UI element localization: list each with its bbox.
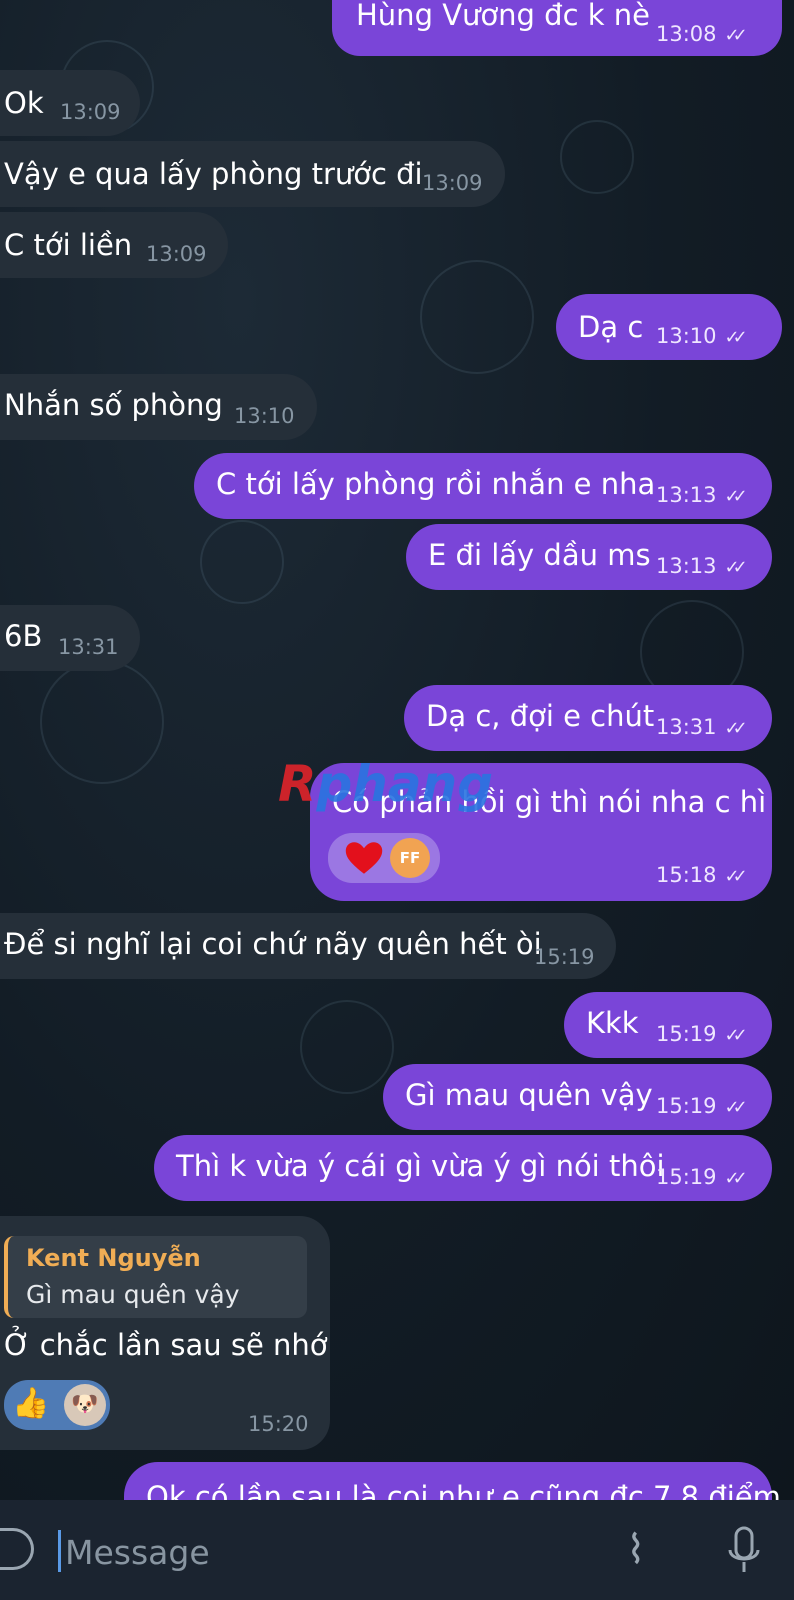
emoji-icon[interactable] [0,1528,34,1570]
message-time: 13:10 [234,404,295,428]
message-time: 15:19 ✓✓ [656,1094,748,1120]
message-text: C tới liền [4,228,133,262]
message-text: Ok [4,86,44,120]
message-time: 13:13 ✓✓ [656,554,748,580]
message-text: Hùng Vương đc k nè [356,0,650,32]
read-ticks-icon: ✓✓ [724,1097,748,1118]
outgoing-message[interactable]: Dạ c 13:10 ✓✓ [556,294,782,360]
message-time: 13:09 [422,171,483,195]
incoming-message[interactable]: Vậy e qua lấy phòng trước đi 13:09 [0,141,505,207]
read-ticks-icon: ✓✓ [724,1168,748,1189]
message-time: 15:19 ✓✓ [656,1165,748,1191]
read-ticks-icon: ✓✓ [724,486,748,507]
read-ticks-icon: ✓✓ [724,25,748,46]
reaction-avatar-ff: FF [390,838,430,878]
outgoing-message[interactable]: Ok có lần sau là coi như e cũng đc 7,8 đ… [124,1462,781,1500]
time-text: 15:19 [656,1022,717,1046]
message-text: Gì mau quên vậy [405,1078,653,1112]
message-text: 6B [4,619,43,653]
incoming-reply-message[interactable]: Kent Nguyễn Gì mau quên vậy Ở chắc lần s… [0,1216,330,1450]
message-time: 13:08 ✓✓ [656,22,748,48]
quoted-reply[interactable]: Kent Nguyễn Gì mau quên vậy [4,1236,307,1318]
outgoing-message[interactable]: Hùng Vương đc k nè 13:08 ✓✓ [332,0,782,56]
time-text: 15:18 [656,863,717,887]
message-time: 13:09 [146,242,207,266]
time-text: 13:08 [656,22,717,46]
message-time: 13:31 [58,635,119,659]
time-text: 13:13 [656,483,717,507]
message-text: Thì k vừa ý cái gì vừa ý gì nói thôi [176,1149,665,1183]
microphone-icon[interactable] [724,1522,764,1582]
incoming-message[interactable]: C tới liền 13:09 [0,212,228,278]
message-text: Vậy e qua lấy phòng trước đi [4,157,423,191]
background-doodle [420,260,534,374]
reply-author: Kent Nguyễn [26,1244,201,1272]
message-time: 13:13 ✓✓ [656,483,748,509]
thumbs-up-reaction-icon: 👍 [12,1386,50,1421]
watermark-blue: phang [316,755,494,813]
outgoing-message[interactable]: Thì k vừa ý cái gì vừa ý gì nói thôi 15:… [154,1135,772,1201]
background-doodle [40,660,164,784]
incoming-message[interactable]: Nhắn số phòng 13:10 [0,374,317,440]
attach-icon[interactable]: ⌇ [626,1528,646,1572]
message-text: Nhắn số phòng [4,388,223,422]
background-doodle [200,520,284,604]
read-ticks-icon: ✓✓ [724,718,748,739]
incoming-message[interactable]: 6B 13:31 [0,605,140,671]
chat-area[interactable]: Hùng Vương đc k nè 13:08 ✓✓ Ok 13:09 Vậy … [0,0,794,1500]
time-text: 15:19 [656,1165,717,1189]
message-input[interactable] [63,1526,547,1578]
message-text: Kkk [586,1006,639,1040]
background-doodle [560,120,634,194]
time-text: 15:19 [656,1094,717,1118]
watermark: Rphang [278,755,493,813]
message-text: Dạ c [578,310,644,344]
incoming-message[interactable]: Để si nghĩ lại coi chứ nãy quên hết òi 1… [0,913,616,979]
reactions[interactable]: FF [328,833,440,883]
background-doodle [300,1000,394,1094]
outgoing-message[interactable]: Kkk 15:19 ✓✓ [564,992,772,1058]
read-ticks-icon: ✓✓ [724,327,748,348]
read-ticks-icon: ✓✓ [724,866,748,887]
read-ticks-icon: ✓✓ [724,557,748,578]
time-text: 13:13 [656,554,717,578]
message-time: 13:10 ✓✓ [656,324,748,350]
message-time: 15:19 [534,945,595,969]
outgoing-message[interactable]: C tới lấy phòng rồi nhắn e nha 13:13 ✓✓ [194,453,772,519]
heart-reaction-icon [345,842,383,874]
message-text: C tới lấy phòng rồi nhắn e nha [216,467,656,501]
message-text: E đi lấy dầu ms [428,538,651,572]
outgoing-message[interactable]: E đi lấy dầu ms 13:13 ✓✓ [406,524,772,590]
message-text: Ở chắc lần sau sẽ nhớ [4,1328,328,1362]
message-text: Ok có lần sau là coi như e cũng đc 7,8 đ… [146,1480,781,1500]
message-time: 13:09 [60,100,121,124]
text-caret [58,1530,61,1572]
read-ticks-icon: ✓✓ [724,1025,748,1046]
watermark-red: R [278,755,317,813]
reactions[interactable]: 👍 🐶 [4,1380,110,1430]
outgoing-message[interactable]: Gì mau quên vậy 15:19 ✓✓ [383,1064,772,1130]
reply-quote: Gì mau quên vậy [26,1280,240,1309]
outgoing-message[interactable]: Dạ c, đợi e chút 13:31 ✓✓ [404,685,772,751]
time-text: 13:10 [656,324,717,348]
message-composer: ⌇ [0,1500,794,1600]
incoming-message[interactable]: Ok 13:09 [0,70,140,136]
message-text: Để si nghĩ lại coi chứ nãy quên hết òi [4,927,542,961]
message-time: 15:20 [248,1412,309,1436]
message-text: Dạ c, đợi e chút [426,699,655,733]
reaction-avatar: 🐶 [64,1384,106,1426]
message-time: 15:18 ✓✓ [656,863,748,889]
message-time: 13:31 ✓✓ [656,715,748,741]
message-time: 15:19 ✓✓ [656,1022,748,1048]
time-text: 13:31 [656,715,717,739]
